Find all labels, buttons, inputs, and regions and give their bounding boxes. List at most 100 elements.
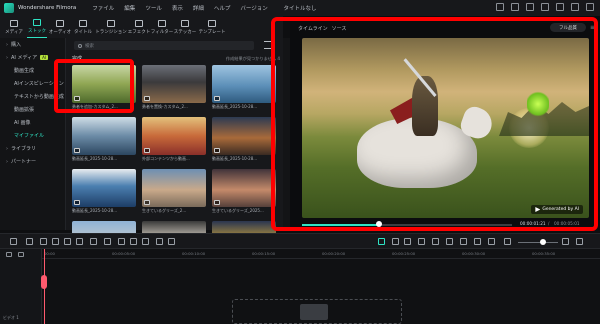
time-ruler[interactable]: 00:00 00:00:05:00 00:00:10:00 00:00:15:0… xyxy=(42,249,600,259)
color-icon[interactable] xyxy=(130,238,137,245)
media-tile[interactable]: 生きているグリーズ_2025... xyxy=(212,169,278,215)
media-tile[interactable]: 動画延長_2025-10-28... xyxy=(72,117,138,163)
playhead-handle[interactable] xyxy=(41,275,47,289)
ai-tools-icon[interactable] xyxy=(156,238,163,245)
tab-stock[interactable]: ストック xyxy=(27,16,47,38)
zoom-slider[interactable] xyxy=(518,242,558,243)
sidebar-item-my-files[interactable]: マイファイル xyxy=(0,129,65,142)
selected-tile-highlight xyxy=(54,59,134,113)
beat-icon[interactable] xyxy=(446,238,453,245)
menu-version[interactable]: バージョン xyxy=(240,4,267,12)
add-track-icon[interactable] xyxy=(6,252,12,257)
voiceover-icon[interactable] xyxy=(418,238,425,245)
thumbnail xyxy=(142,169,206,207)
menu-tools[interactable]: ツール xyxy=(145,4,162,12)
media-icon xyxy=(10,19,18,27)
split-view-icon[interactable] xyxy=(10,238,17,245)
media-tile[interactable]: 動画延長_2025-10-28... xyxy=(72,169,138,215)
magnet-snap-icon[interactable] xyxy=(378,238,385,245)
ruler-label: 00:00:05:00 xyxy=(112,251,136,256)
zoom-out-icon[interactable] xyxy=(504,238,511,245)
ruler-label: 00:00:10:00 xyxy=(182,251,206,256)
thumbnail xyxy=(142,65,206,103)
zoom-in-icon[interactable] xyxy=(562,238,569,245)
gift-icon[interactable] xyxy=(541,3,549,11)
video-badge-icon xyxy=(74,200,80,205)
link-icon[interactable] xyxy=(18,252,24,257)
ruler-label: 00:00:15:00 xyxy=(252,251,276,256)
media-tile[interactable]: 外部コンテンツから動画... xyxy=(142,117,208,163)
search-input[interactable]: 検索 xyxy=(74,41,254,50)
menu-view[interactable]: 表示 xyxy=(172,4,183,12)
media-tile[interactable]: 動画延長_2025-10-28... xyxy=(212,65,278,111)
sidebar-item-ai-image[interactable]: AI 画像 xyxy=(0,116,65,129)
stock-icon xyxy=(33,19,41,26)
media-tile[interactable]: 勇者を置換-カスタム_2... xyxy=(142,65,208,111)
menu-edit[interactable]: 編集 xyxy=(124,4,135,12)
tab-sticker[interactable]: ステッカー xyxy=(174,16,196,38)
sticker-icon xyxy=(181,19,189,27)
tab-effect[interactable]: エフェクト xyxy=(128,16,150,38)
microphone-icon[interactable] xyxy=(460,238,467,245)
filmora-logo xyxy=(4,3,14,13)
mask-icon[interactable] xyxy=(142,238,149,245)
tab-template[interactable]: テンプレート xyxy=(198,16,226,38)
redo-icon[interactable] xyxy=(52,238,59,245)
media-tile[interactable]: 動画延長_2025-10-28... xyxy=(212,117,278,163)
marker-icon[interactable] xyxy=(404,238,411,245)
zoom-slider-handle[interactable] xyxy=(540,239,546,245)
thumbnail xyxy=(72,117,136,155)
ruler-label: 00:00:20:00 xyxy=(322,251,346,256)
tab-media[interactable]: メディア xyxy=(4,16,24,38)
video-badge-icon xyxy=(214,200,220,205)
audio-icon xyxy=(56,19,64,27)
delete-icon[interactable] xyxy=(64,238,71,245)
media-tile[interactable]: 生きているグリーズ_2... xyxy=(142,169,208,215)
tab-filter[interactable]: フィルター xyxy=(151,16,173,38)
timeline-settings-icon[interactable] xyxy=(576,238,583,245)
title-bar: Wondershare Filmora ファイル 編集 ツール 表示 詳細 ヘル… xyxy=(0,0,600,16)
maximize-icon[interactable] xyxy=(571,3,579,11)
timeline-toolbar xyxy=(0,233,600,249)
menu-advanced[interactable]: 詳細 xyxy=(193,4,204,12)
undo-icon[interactable] xyxy=(40,238,47,245)
shield-icon[interactable] xyxy=(474,238,481,245)
app-name: Wondershare Filmora xyxy=(18,5,77,11)
speed-icon[interactable] xyxy=(118,238,125,245)
template-icon xyxy=(208,19,216,27)
sidebar-item-partner[interactable]: パートナー xyxy=(0,155,65,168)
more-tools-icon[interactable] xyxy=(168,238,175,245)
preview-highlight xyxy=(271,17,598,231)
tab-transition[interactable]: トランジション xyxy=(95,16,127,38)
tab-audio[interactable]: オーディオ xyxy=(49,16,71,38)
video-badge-icon xyxy=(144,148,150,153)
export-frame-icon[interactable] xyxy=(488,238,495,245)
sidebar-item-purchase[interactable]: 購入 xyxy=(0,38,65,51)
thumbnail xyxy=(142,117,206,155)
upload-icon[interactable] xyxy=(496,3,504,11)
ruler-label: 00:00:30:00 xyxy=(462,251,486,256)
menu-help[interactable]: ヘルプ xyxy=(214,4,231,12)
ruler-label: 00:00 xyxy=(44,251,55,256)
track-header: ビデオ 1 xyxy=(0,249,42,324)
text-icon[interactable] xyxy=(90,238,97,245)
cut-icon[interactable] xyxy=(76,238,83,245)
timeline: ビデオ 1 00:00 00:00:05:00 00:00:10:00 00:0… xyxy=(0,249,600,324)
select-icon[interactable] xyxy=(26,238,33,245)
media-drop-icon xyxy=(300,304,328,320)
thumbnail xyxy=(212,65,276,103)
tab-title[interactable]: タイトル xyxy=(73,16,93,38)
crop-icon[interactable] xyxy=(104,238,111,245)
menu-file[interactable]: ファイル xyxy=(92,4,114,12)
minimize-icon[interactable] xyxy=(556,3,564,11)
video-badge-icon xyxy=(214,148,220,153)
render-icon[interactable] xyxy=(392,238,399,245)
save-icon[interactable] xyxy=(526,3,534,11)
layout-icon[interactable] xyxy=(511,3,519,11)
video-badge-icon xyxy=(74,148,80,153)
close-icon[interactable] xyxy=(586,3,594,11)
transition-icon xyxy=(107,19,115,27)
module-toolbar: メディア ストック オーディオ タイトル トランジション エフェクト フィルター… xyxy=(0,16,283,38)
sidebar-item-library[interactable]: ライブラリ xyxy=(0,142,65,155)
audio-mixer-icon[interactable] xyxy=(432,238,439,245)
